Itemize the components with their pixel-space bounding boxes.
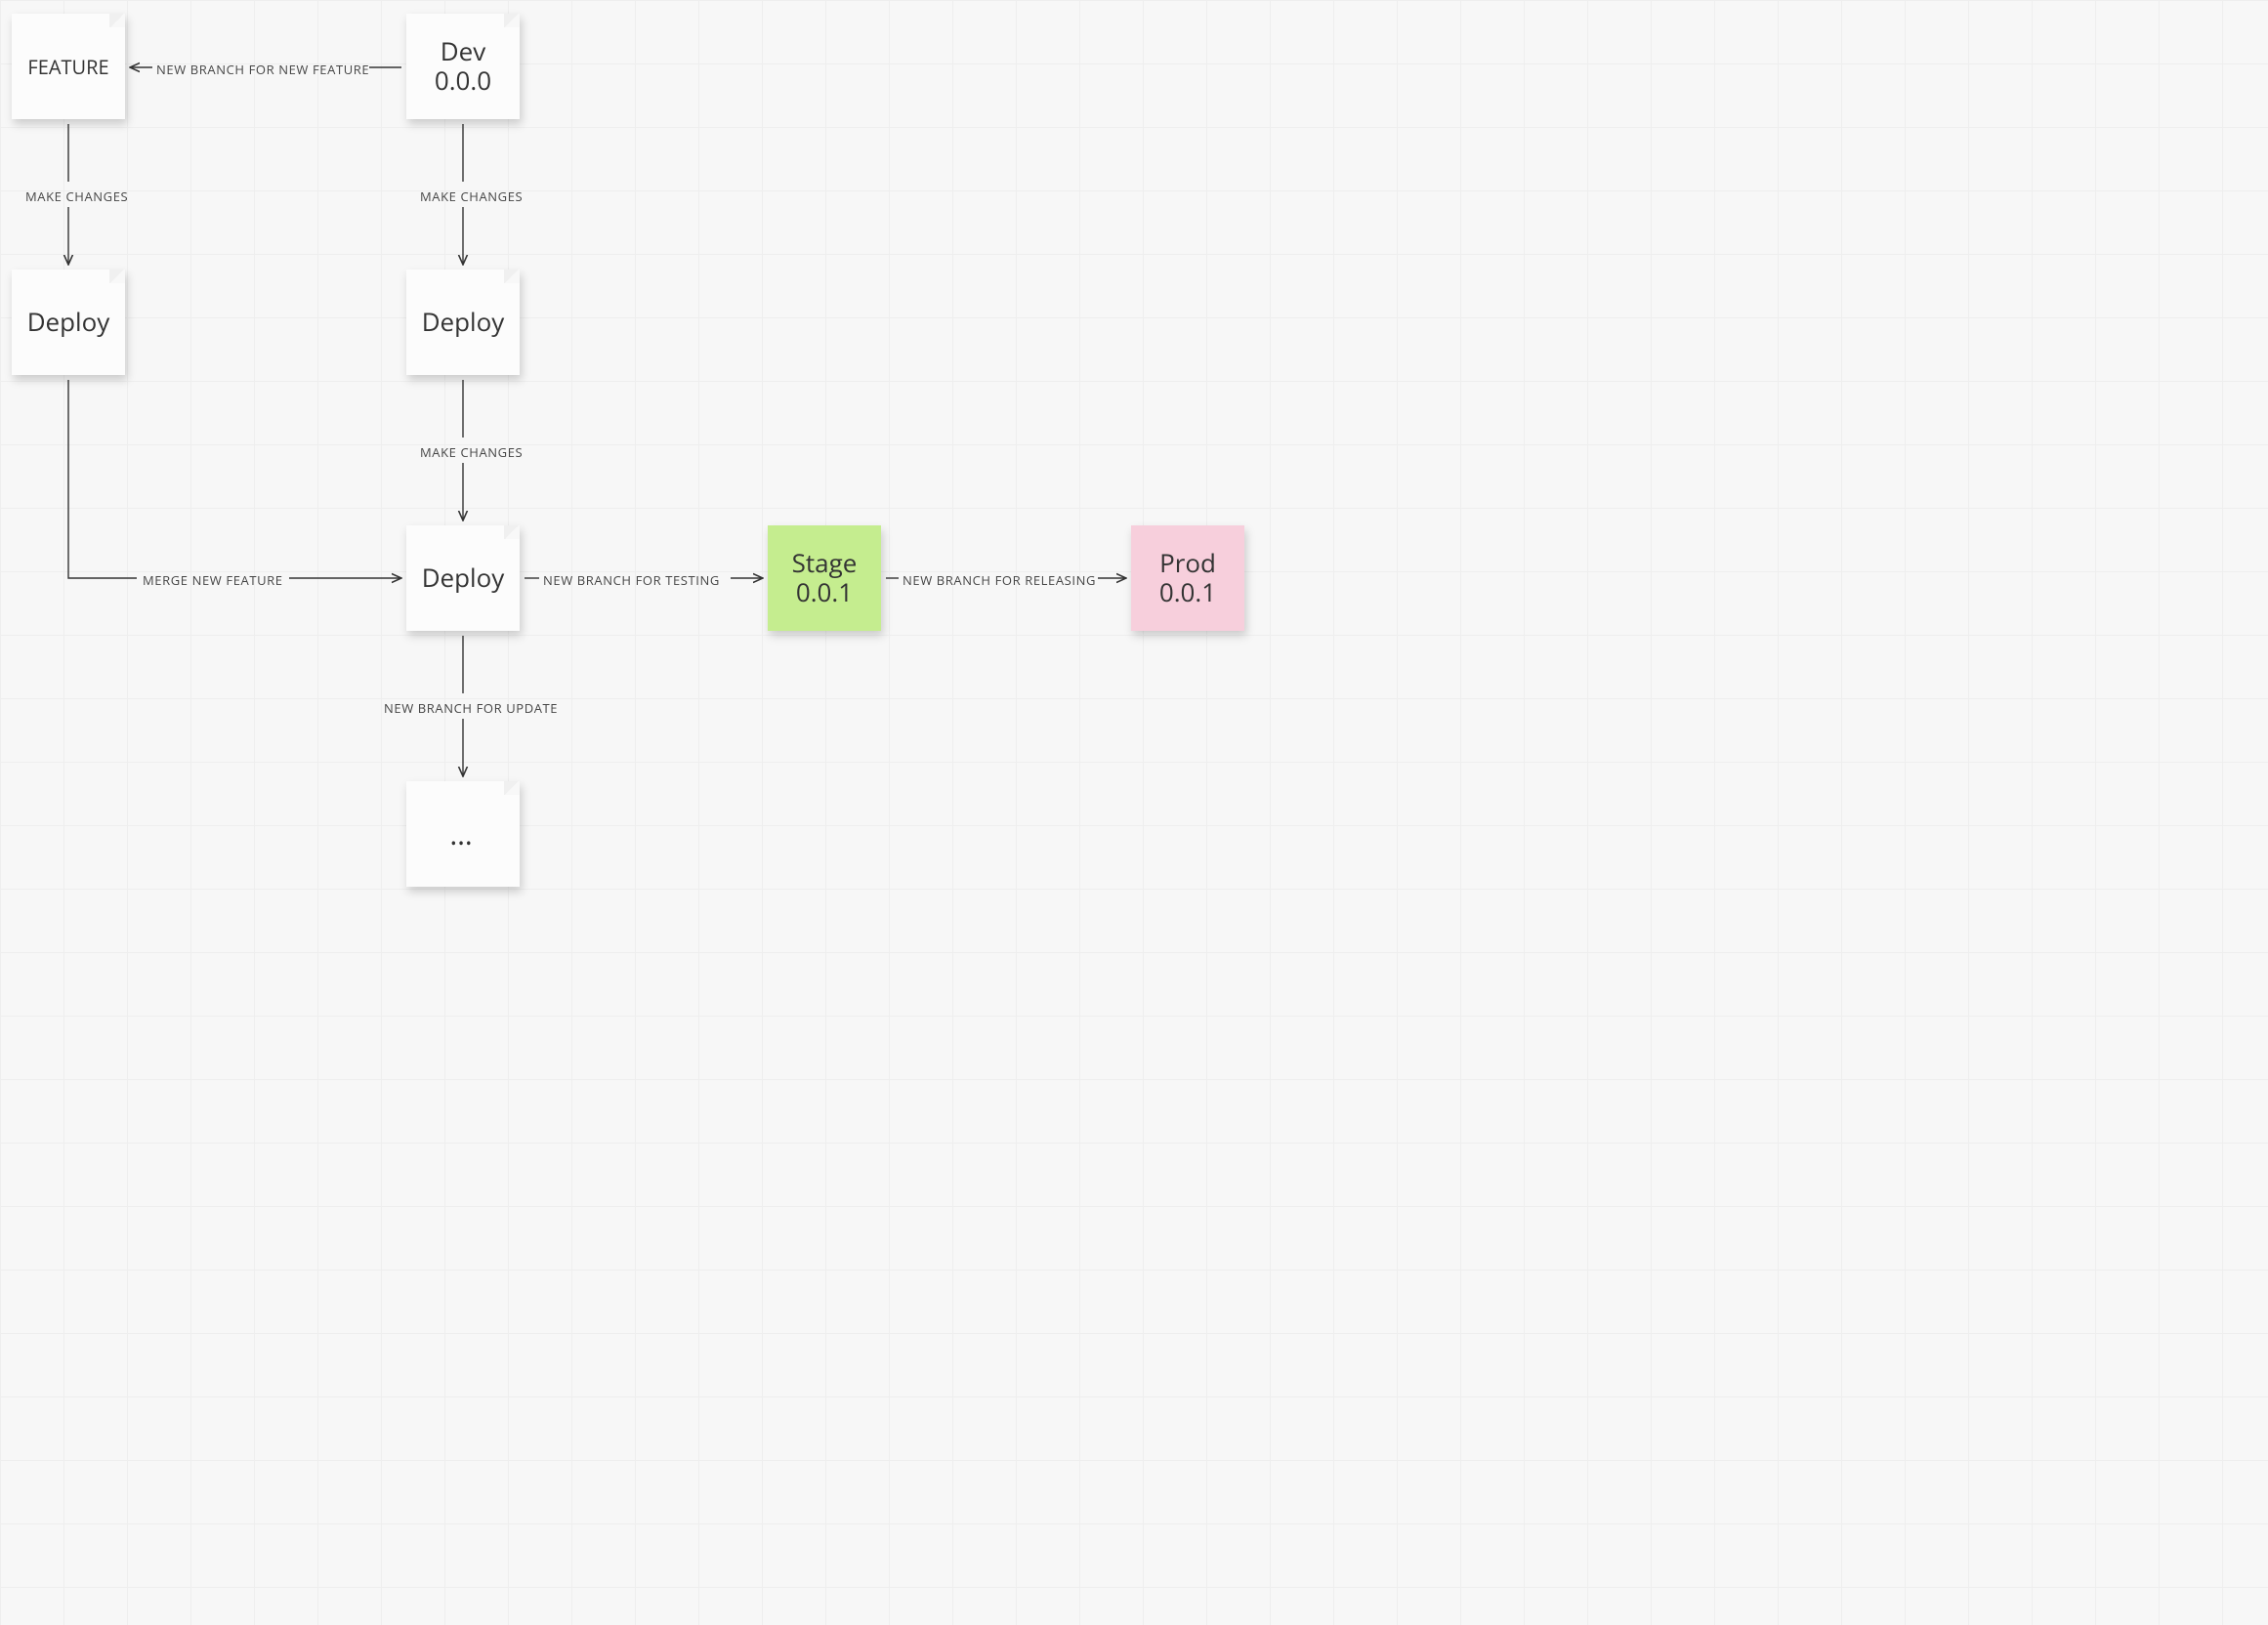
prod-version: 0.0.1: [1159, 578, 1216, 607]
label-new-branch-releasing: NEW BRANCH FOR RELEASING: [903, 571, 1096, 589]
node-ellipsis[interactable]: …: [406, 781, 520, 887]
stage-version: 0.0.1: [792, 578, 858, 607]
label-new-branch-feature: NEW BRANCH FOR NEW FEATURE: [156, 61, 369, 78]
node-deploy-left[interactable]: Deploy: [12, 270, 125, 375]
label-make-changes-mid2: MAKE CHANGES: [420, 443, 523, 461]
arrows: [0, 0, 1259, 910]
node-deploy-mid-1[interactable]: Deploy: [406, 270, 520, 375]
dev-version: 0.0.0: [435, 66, 491, 96]
node-dev[interactable]: Dev 0.0.0: [406, 14, 520, 119]
node-deploy-mid-2[interactable]: Deploy: [406, 525, 520, 631]
label-make-changes-mid1: MAKE CHANGES: [420, 188, 523, 205]
label-new-branch-testing: NEW BRANCH FOR TESTING: [543, 571, 720, 589]
node-stage[interactable]: Stage 0.0.1: [768, 525, 881, 631]
node-feature[interactable]: FEATURE: [12, 14, 125, 119]
label-merge-feature: MERGE NEW FEATURE: [143, 571, 283, 589]
label-new-branch-update: NEW BRANCH FOR UPDATE: [384, 699, 558, 717]
node-prod[interactable]: Prod 0.0.1: [1131, 525, 1244, 631]
label-make-changes-left: MAKE CHANGES: [25, 188, 128, 205]
diagram-canvas: FEATURE Dev 0.0.0 Deploy Deploy Deploy ……: [0, 0, 1259, 910]
